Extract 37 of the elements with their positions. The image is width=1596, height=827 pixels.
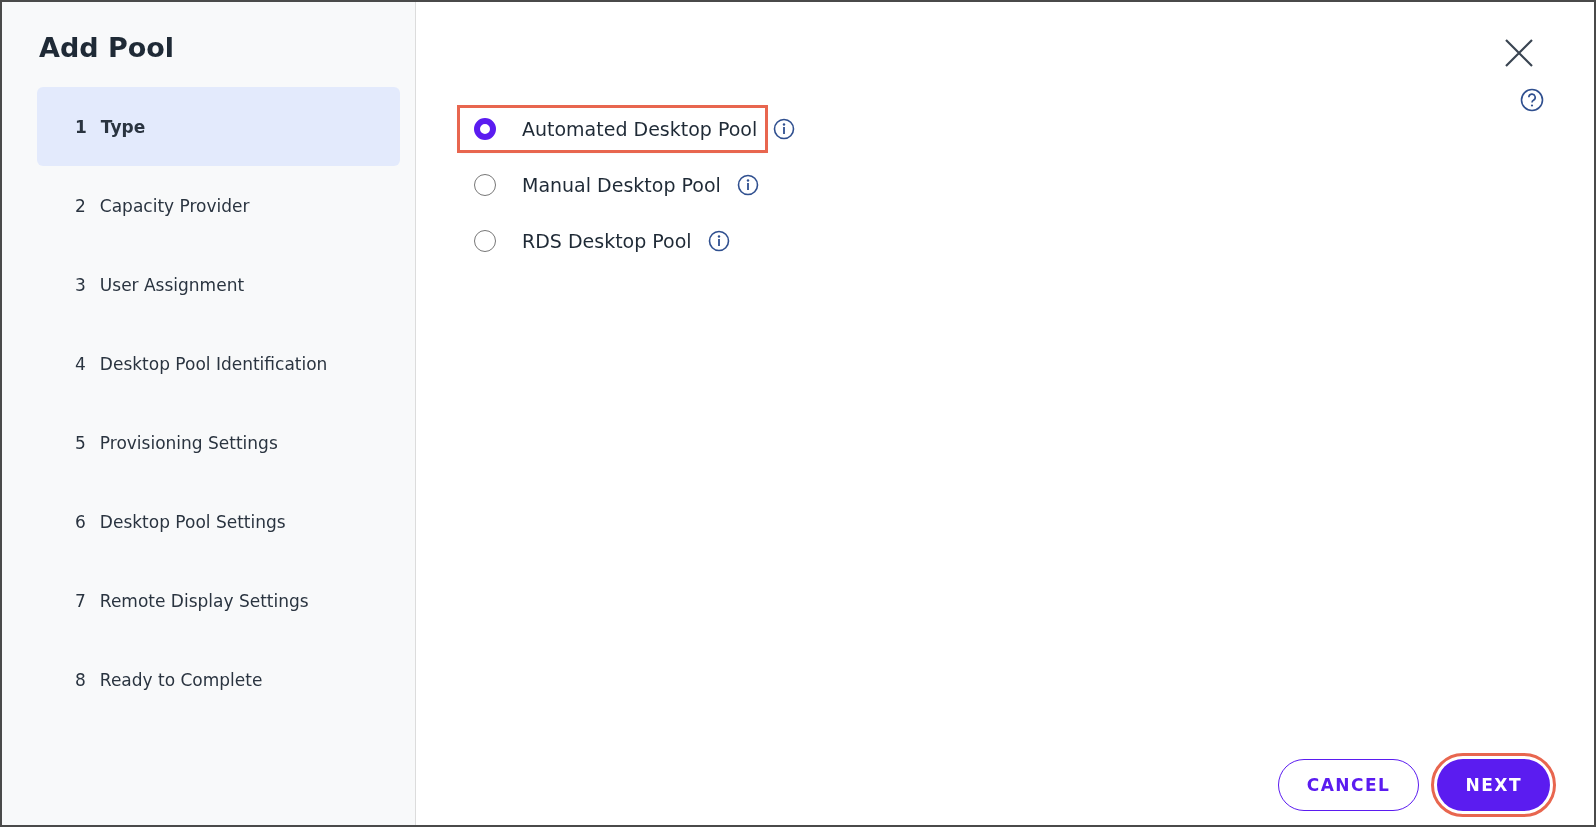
step-number: 4 [75,353,86,374]
radio-option[interactable]: RDS Desktop Pool [460,220,700,262]
radio-option[interactable]: Automated Desktop Pool [460,108,766,150]
radio-option[interactable]: Manual Desktop Pool [460,164,729,206]
step-label: User Assignment [99,274,245,295]
step-label: Desktop Pool Settings [99,511,286,532]
info-icon[interactable] [773,118,796,140]
radio-button[interactable] [474,174,496,196]
wizard-step[interactable]: 1 Type [37,87,400,166]
wizard-step[interactable]: 2 Capacity Provider [37,166,400,245]
step-number: 3 [75,274,86,295]
close-icon[interactable] [1504,38,1534,68]
step-number: 6 [75,511,86,532]
wizard-step[interactable]: 3 User Assignment [37,245,400,324]
step-label: Capacity Provider [99,195,250,216]
info-icon[interactable] [736,174,759,196]
step-number: 8 [75,669,86,690]
step-label: Provisioning Settings [99,432,278,453]
wizard-step[interactable]: 5 Provisioning Settings [37,403,400,482]
step-label: Ready to Complete [99,669,263,690]
wizard-step[interactable]: 6 Desktop Pool Settings [37,482,400,561]
radio-button[interactable] [474,118,496,140]
dialog-title: Add Pool [39,32,175,63]
step-number: 5 [75,432,86,453]
radio-button[interactable] [474,230,496,252]
cancel-button[interactable]: CANCEL [1277,759,1420,811]
help-icon[interactable] [1520,88,1544,112]
info-icon[interactable] [707,230,730,252]
step-label: Remote Display Settings [99,590,309,611]
wizard-step[interactable]: 7 Remote Display Settings [37,561,400,640]
wizard-step[interactable]: 8 Ready to Complete [37,640,400,719]
step-label: Desktop Pool Identification [99,353,328,374]
step-number: 7 [75,590,86,611]
wizard-step[interactable]: 4 Desktop Pool Identification [37,324,400,403]
step-number: 1 [75,116,87,137]
step-label: Type [100,116,146,137]
step-number: 2 [75,195,86,216]
